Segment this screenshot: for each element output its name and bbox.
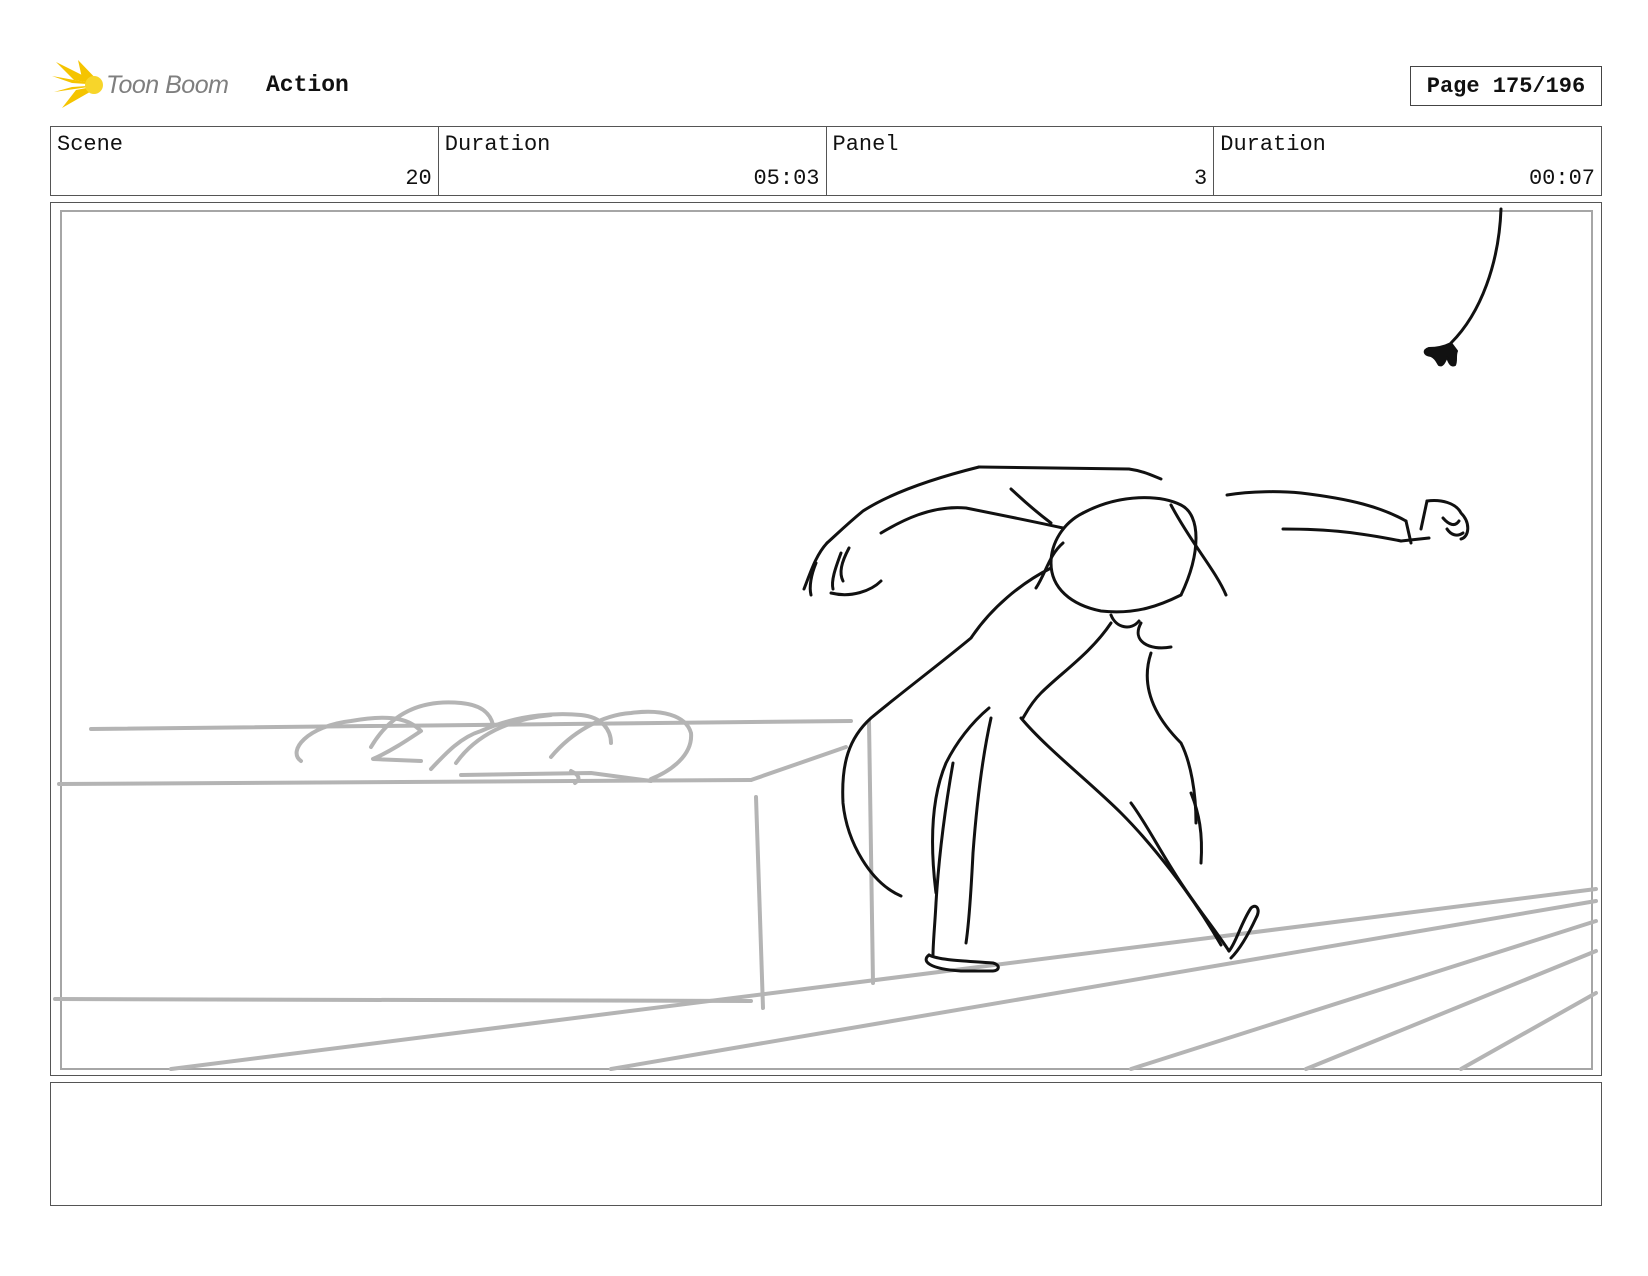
scene-duration-label: Duration [444, 132, 551, 157]
scene-label: Scene [57, 132, 124, 157]
panel-duration-label: Duration [1220, 132, 1326, 157]
scene-value: 20 [405, 166, 432, 191]
character-sketch [802, 465, 1470, 973]
panel-duration-cell: Duration 00:07 [1214, 127, 1601, 195]
scene-info-table: Scene 20 Duration 05:03 Panel 3 Duration… [50, 126, 1602, 196]
dangling-figure [1423, 207, 1503, 367]
panel-notes [50, 1082, 1602, 1206]
storyboard-panel [50, 202, 1602, 1076]
brand-name: Toon Boom [106, 70, 229, 99]
panel-cell: Panel 3 [827, 127, 1215, 195]
scene-cell: Scene 20 [51, 127, 439, 195]
panel-value: 3 [1194, 166, 1208, 191]
background-sketch [53, 700, 1598, 1071]
panel-sketch [53, 207, 1598, 1071]
starburst-icon [52, 60, 103, 108]
toon-boom-logo: Toon Boom [52, 58, 229, 112]
document-type: Action [266, 72, 349, 98]
page-number: Page 175/196 [1410, 66, 1602, 106]
panel-duration-value: 00:07 [1528, 166, 1595, 191]
scene-duration-cell: Duration 05:03 [439, 127, 827, 195]
scene-duration-value: 05:03 [753, 166, 820, 191]
panel-label: Panel [832, 132, 899, 157]
